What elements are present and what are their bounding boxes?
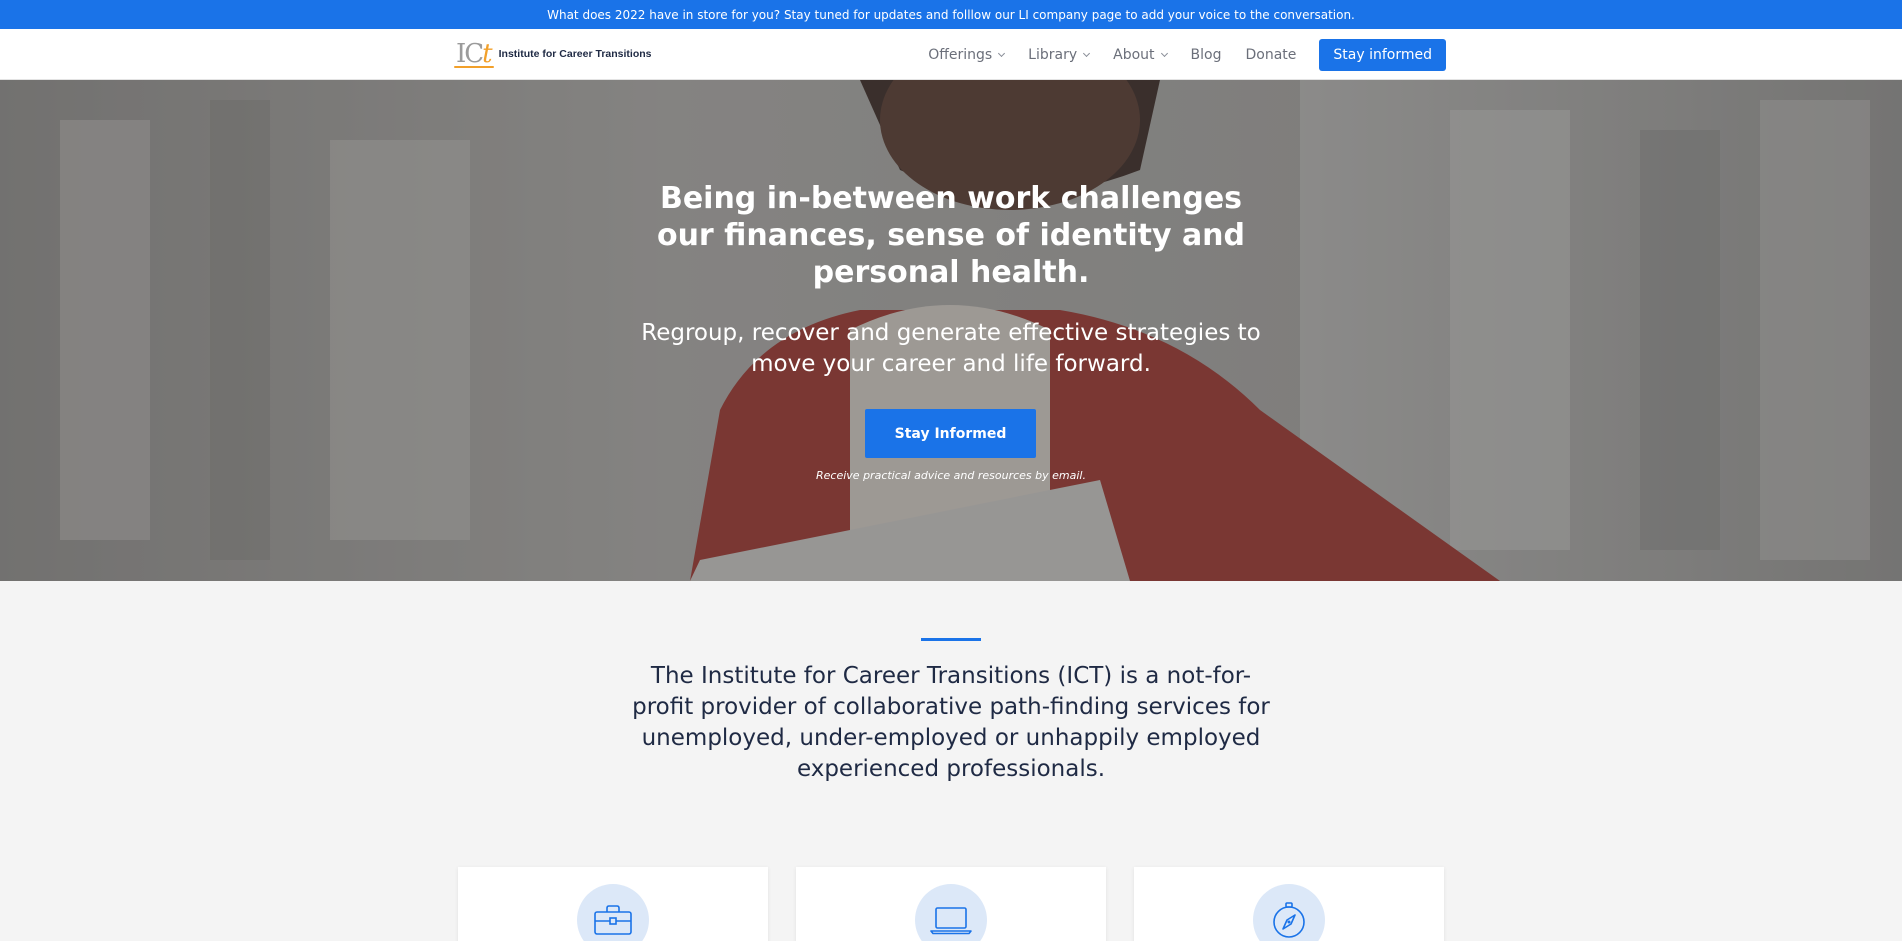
card-icon-circle [1253,884,1325,941]
top-navigation: ICt Institute for Career Transitions Off… [0,29,1902,80]
logo-mark: ICt [454,39,494,69]
logo-swoosh [454,66,494,68]
card-icon-circle [915,884,987,941]
offering-card[interactable] [796,867,1106,941]
chevron-down-icon [998,49,1006,57]
briefcase-icon [594,905,632,935]
menu-item-label: Donate [1245,46,1297,63]
menu-item-label: Offerings [928,46,993,63]
menu-item-label: Blog [1190,46,1222,63]
menu-item-label: Library [1028,46,1078,63]
menu-item-offerings[interactable]: Offerings [928,46,1006,63]
chevron-down-icon [1083,49,1091,57]
offering-card[interactable] [1134,867,1444,941]
mission-statement: The Institute for Career Transitions (IC… [632,663,1270,782]
section-divider [921,638,981,641]
compass-icon [1273,902,1305,938]
announcement-bar[interactable]: What does 2022 have in store for you? St… [0,0,1902,29]
logo-mark-letters: IC [456,39,484,69]
menu-item-label: About [1113,46,1155,63]
offering-card[interactable] [458,867,768,941]
stay-informed-hero-button[interactable]: Stay Informed [865,409,1036,458]
hero-note: Receive practical advice and resources b… [816,469,1086,482]
card-icon-circle [577,884,649,941]
chevron-down-icon [1160,49,1168,57]
main-menu: Offerings Library About Blog Donate Stay… [904,29,1446,80]
logo-text: Institute for Career Transitions [498,48,652,60]
site-logo[interactable]: ICt Institute for Career Transitions [454,39,652,69]
hero-subheadline: Regroup, recover and generate effective … [641,320,1261,377]
logo-mark-accent: t [482,39,493,69]
menu-item-blog[interactable]: Blog [1191,47,1222,63]
hero-headline: Being in-between work challenges our fin… [656,181,1246,290]
hero-section: Being in-between work challenges our fin… [0,80,1902,581]
about-section: The Institute for Career Transitions (IC… [0,581,1902,941]
menu-item-donate[interactable]: Donate [1245,47,1296,63]
stay-informed-nav-button[interactable]: Stay informed [1319,38,1446,71]
laptop-icon [930,907,972,935]
menu-item-about[interactable]: About [1113,46,1168,63]
menu-item-library[interactable]: Library [1028,46,1091,63]
announcement-text[interactable]: What does 2022 have in store for you? St… [547,8,1355,22]
